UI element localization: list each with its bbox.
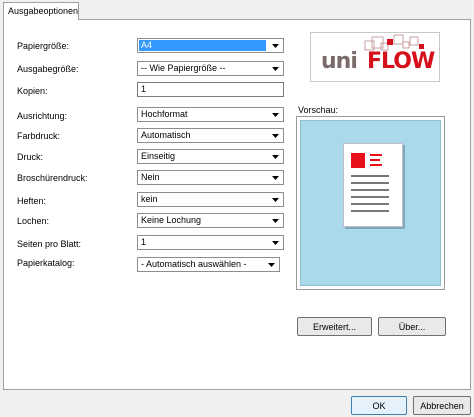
duplex-label: Druck: xyxy=(17,152,44,162)
print-options-dialog: Ausgabeoptionen Papiergröße: A4 Ausgabeg… xyxy=(0,0,474,417)
uniflow-logo: uni FLOW xyxy=(310,32,440,82)
logo-text-flow: FLOW xyxy=(367,49,435,74)
chevron-down-icon[interactable] xyxy=(268,237,282,248)
staple-select[interactable]: kein xyxy=(137,192,284,207)
copies-value: 1 xyxy=(141,84,147,94)
staple-label: Heften: xyxy=(17,196,47,206)
copies-label: Kopien: xyxy=(17,86,48,96)
punch-label: Lochen: xyxy=(17,216,50,226)
orientation-label: Ausrichtung: xyxy=(17,111,68,121)
chevron-down-icon[interactable] xyxy=(268,109,282,120)
cancel-button[interactable]: Abbrechen xyxy=(413,396,471,415)
preview-area xyxy=(300,120,441,286)
duplex-select[interactable]: Einseitig xyxy=(137,149,284,164)
advanced-button-label: Erweitert... xyxy=(312,321,356,332)
about-button-label: Über... xyxy=(398,321,426,332)
chevron-down-icon[interactable] xyxy=(268,194,282,205)
paper-size-label: Papiergröße: xyxy=(17,41,70,51)
booklet-label: Broschürendruck: xyxy=(17,173,88,183)
paper-catalog-label: Papierkatalog: xyxy=(17,258,75,268)
pages-per-sheet-value: 1 xyxy=(141,237,147,247)
chevron-down-icon[interactable] xyxy=(264,259,278,270)
advanced-button[interactable]: Erweitert... xyxy=(297,317,372,336)
booklet-select[interactable]: Nein xyxy=(137,170,284,185)
copies-input[interactable]: 1 xyxy=(137,82,284,97)
page-preview xyxy=(343,143,403,227)
output-size-value: -- Wie Papiergröße -- xyxy=(141,63,226,73)
output-size-label: Ausgabegröße: xyxy=(17,64,79,74)
chevron-down-icon[interactable] xyxy=(268,130,282,141)
orientation-value: Hochformat xyxy=(141,109,188,119)
preview-frame xyxy=(296,116,445,290)
chevron-down-icon[interactable] xyxy=(268,63,282,74)
chevron-down-icon[interactable] xyxy=(268,215,282,226)
pages-per-sheet-select[interactable]: 1 xyxy=(137,235,284,250)
duplex-value: Einseitig xyxy=(141,151,176,161)
color-print-select[interactable]: Automatisch xyxy=(137,128,284,143)
output-size-select[interactable]: -- Wie Papiergröße -- xyxy=(137,61,284,76)
orientation-select[interactable]: Hochformat xyxy=(137,107,284,122)
tab-label: Ausgabeoptionen xyxy=(8,6,79,16)
paper-catalog-select[interactable]: - Automatisch auswählen - xyxy=(137,257,280,272)
chevron-down-icon[interactable] xyxy=(268,151,282,162)
paper-catalog-value: - Automatisch auswählen - xyxy=(141,259,247,269)
page-content-icon xyxy=(351,153,389,212)
punch-select[interactable]: Keine Lochung xyxy=(137,213,284,228)
booklet-value: Nein xyxy=(141,172,160,182)
paper-size-value: A4 xyxy=(139,40,266,51)
staple-value: kein xyxy=(141,194,158,204)
pages-per-sheet-label: Seiten pro Blatt: xyxy=(17,239,82,249)
color-print-label: Farbdruck: xyxy=(17,131,61,141)
chevron-down-icon[interactable] xyxy=(268,172,282,183)
about-button[interactable]: Über... xyxy=(378,317,446,336)
preview-label: Vorschau: xyxy=(298,105,339,115)
punch-value: Keine Lochung xyxy=(141,215,202,225)
chevron-down-icon[interactable] xyxy=(268,40,282,51)
cancel-button-label: Abbrechen xyxy=(420,400,464,411)
logo-text-uni: uni xyxy=(321,49,358,74)
ok-button-label: OK xyxy=(372,400,386,411)
paper-size-select[interactable]: A4 xyxy=(137,38,284,53)
color-print-value: Automatisch xyxy=(141,130,191,140)
tab-ausgabeoptionen[interactable]: Ausgabeoptionen xyxy=(3,2,79,20)
ok-button[interactable]: OK xyxy=(351,396,407,415)
